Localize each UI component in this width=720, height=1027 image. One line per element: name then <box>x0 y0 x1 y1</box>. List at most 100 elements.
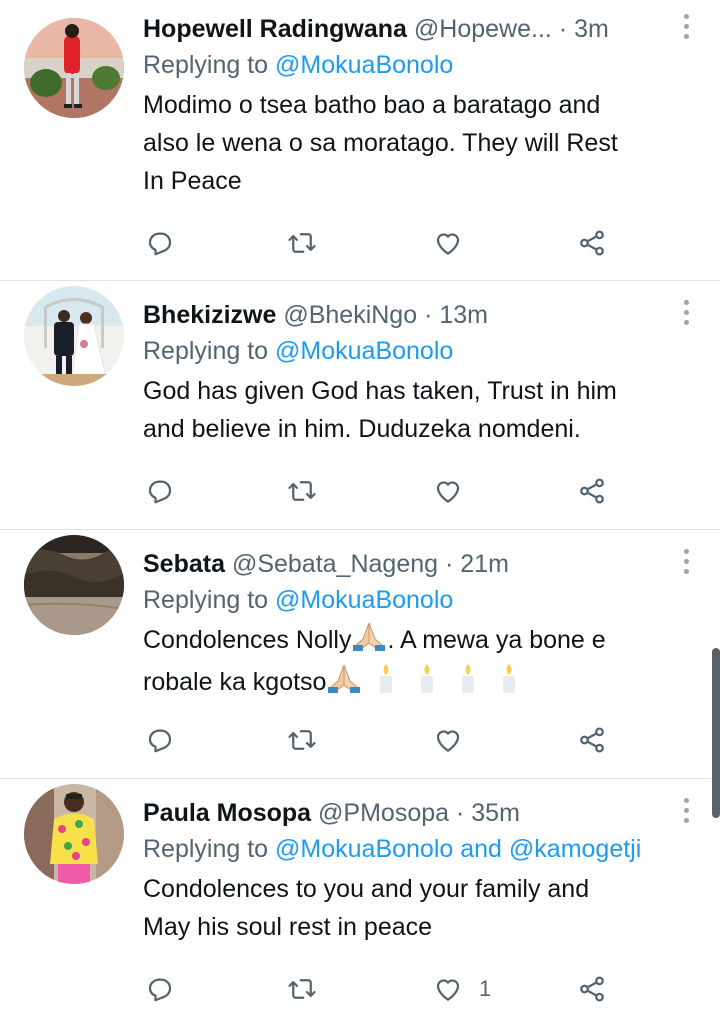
heart-icon <box>436 481 460 503</box>
retweet-icon <box>288 481 316 501</box>
retweet-button[interactable] <box>287 971 317 1007</box>
replying-to-label: Replying to <box>143 51 276 79</box>
tweet-actions <box>145 473 615 509</box>
replying-to-label: Replying to <box>143 586 276 614</box>
retweet-button[interactable] <box>287 225 317 261</box>
username[interactable]: @BhekiNgo <box>283 301 417 329</box>
reply-icon <box>148 729 172 753</box>
tweet-header: Bhekizizwe @BhekiNgo · 13m <box>143 298 700 332</box>
tweet-text-segment: robale ka kgotso <box>143 668 327 697</box>
mention-link[interactable]: @MokuaBonolo <box>275 337 453 365</box>
more-vertical-icon[interactable] <box>680 549 692 574</box>
share-button[interactable] <box>577 225 607 261</box>
retweet-button[interactable] <box>287 473 317 509</box>
share-button[interactable] <box>577 473 607 509</box>
like-button[interactable] <box>433 473 479 509</box>
timestamp[interactable]: 13m <box>439 301 488 329</box>
separator: · <box>444 550 454 578</box>
retweet-icon <box>288 233 316 253</box>
more-vertical-icon[interactable] <box>680 14 692 39</box>
share-icon <box>580 478 604 504</box>
praying-hands-emoji <box>353 621 386 662</box>
tweet-text-line: Modimo o tsea batho bao a baratago and <box>143 91 601 119</box>
tweet-body: Sebata @Sebata_Nageng · 21m Replying to … <box>143 547 700 705</box>
display-name[interactable]: Hopewell Radingwana <box>143 15 407 43</box>
timestamp[interactable]: 35m <box>471 799 520 827</box>
avatar[interactable] <box>24 535 124 635</box>
replying-to: Replying to @MokuaBonolo <box>143 46 700 84</box>
tweet-text: Condolences to you and your family and M… <box>143 870 700 946</box>
tweet-text-segment: . A mewa ya bone e <box>387 626 606 655</box>
heart-icon <box>436 979 460 1001</box>
tweet[interactable]: Hopewell Radingwana @Hopewe... · 3m Repl… <box>0 0 720 281</box>
tweet-text: Condolences Nolly . A mewa ya bone e roba… <box>143 621 700 705</box>
tweet-body: Paula Mosopa @PMosopa · 35m Replying to … <box>143 796 700 946</box>
like-count: 1 <box>479 976 492 1001</box>
timestamp[interactable]: 3m <box>574 15 609 43</box>
tweet-actions <box>145 722 615 758</box>
reply-button[interactable] <box>145 225 175 261</box>
tweet-text-line: God has given God has taken, Trust in hi… <box>143 377 617 405</box>
retweet-button[interactable] <box>287 722 317 758</box>
display-name[interactable]: Sebata <box>143 550 225 578</box>
reply-button[interactable] <box>145 971 175 1007</box>
share-icon <box>580 727 604 753</box>
reply-feed: Hopewell Radingwana @Hopewe... · 3m Repl… <box>0 0 720 1027</box>
display-name[interactable]: Bhekizizwe <box>143 301 276 329</box>
tweet-body: Bhekizizwe @BhekiNgo · 13m Replying to @… <box>143 298 700 448</box>
tweet-text-line: Condolences to you and your family and <box>143 875 590 903</box>
tweet[interactable]: Bhekizizwe @BhekiNgo · 13m Replying to @… <box>0 281 720 530</box>
share-button[interactable] <box>577 971 607 1007</box>
like-button[interactable]: 1 <box>433 971 491 1007</box>
tweet-actions: 1 <box>145 971 615 1007</box>
like-button[interactable] <box>433 225 479 261</box>
share-icon <box>580 976 604 1002</box>
reply-icon <box>148 232 172 256</box>
tweet-text: Modimo o tsea batho bao a baratago and a… <box>143 86 700 200</box>
mention-link[interactable]: @MokuaBonolo <box>275 835 453 863</box>
praying-hands-emoji <box>328 663 361 704</box>
separator: · <box>424 301 433 329</box>
share-button[interactable] <box>577 722 607 758</box>
replying-to: Replying to @MokuaBonolo and @kamogetji <box>143 830 700 868</box>
candle-emoji <box>412 662 442 705</box>
reply-icon <box>148 978 172 1002</box>
tweet-text-line: robale ka kgotso <box>143 662 700 705</box>
tweet-header: Sebata @Sebata_Nageng · 21m <box>143 547 700 581</box>
like-button[interactable] <box>433 722 479 758</box>
candle-emoji <box>453 662 483 705</box>
tweet[interactable]: Paula Mosopa @PMosopa · 35m Replying to … <box>0 779 720 1027</box>
tweet-body: Hopewell Radingwana @Hopewe... · 3m Repl… <box>143 12 700 200</box>
avatar[interactable] <box>24 784 124 884</box>
heart-icon <box>436 730 460 752</box>
reply-button[interactable] <box>145 473 175 509</box>
avatar[interactable] <box>24 18 124 118</box>
avatar[interactable] <box>24 286 124 386</box>
replying-to-label: Replying to <box>143 835 276 863</box>
tweet-text-line: May his soul rest in peace <box>143 913 433 941</box>
tweet-text-line: Condolences Nolly . A mewa ya bone e <box>143 621 700 662</box>
tweet-text-line: also le wena o sa moratago. They will Re… <box>143 129 618 157</box>
replying-to-conjunction: and <box>453 835 509 863</box>
timestamp[interactable]: 21m <box>460 550 509 578</box>
tweet-header: Hopewell Radingwana @Hopewe... · 3m <box>143 12 700 46</box>
separator: · <box>456 799 465 827</box>
tweet-text-segment: Condolences Nolly <box>143 626 352 655</box>
reply-button[interactable] <box>145 722 175 758</box>
tweet-text-line: and believe in him. Duduzeka nomdeni. <box>143 415 581 443</box>
display-name[interactable]: Paula Mosopa <box>143 799 311 827</box>
username[interactable]: @Hopewe... <box>414 15 552 43</box>
mention-link[interactable]: @MokuaBonolo <box>275 51 453 79</box>
heart-icon <box>436 233 460 255</box>
more-vertical-icon[interactable] <box>680 798 692 823</box>
reply-icon <box>148 480 172 504</box>
tweet[interactable]: Sebata @Sebata_Nageng · 21m Replying to … <box>0 530 720 779</box>
candle-emoji <box>371 662 401 705</box>
tweet-text: God has given God has taken, Trust in hi… <box>143 372 700 448</box>
mention-link[interactable]: @MokuaBonolo <box>275 586 453 614</box>
scrollbar[interactable] <box>712 648 720 818</box>
username[interactable]: @Sebata_Nageng <box>232 550 438 578</box>
username[interactable]: @PMosopa <box>318 799 449 827</box>
more-vertical-icon[interactable] <box>680 300 692 325</box>
mention-link[interactable]: @kamogetji <box>509 835 641 863</box>
